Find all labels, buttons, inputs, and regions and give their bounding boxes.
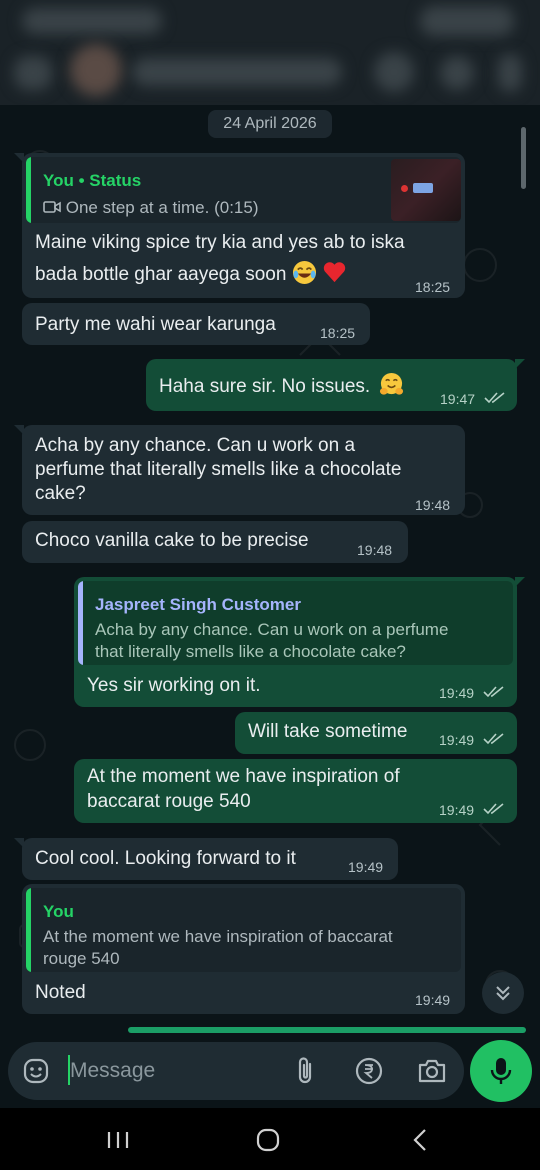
- quote-text: At the moment we have inspiration of bac…: [43, 926, 393, 970]
- message-line: Maine viking spice try kia and yes ab to…: [35, 232, 405, 253]
- rupee-icon: [355, 1057, 383, 1085]
- message-time: 19:49: [348, 859, 384, 875]
- message-input[interactable]: Message: [70, 1059, 155, 1083]
- home-icon[interactable]: [256, 1128, 280, 1152]
- message-time: 19:47: [440, 391, 476, 407]
- laughing-tears-emoji-icon: [292, 260, 316, 285]
- message-line-row: bada bottle ghar aayega soon: [35, 260, 405, 287]
- contact-name-blur[interactable]: [132, 58, 342, 86]
- quote-accent-bar: [78, 581, 83, 665]
- date-separator: 24 April 2026: [208, 110, 332, 138]
- quote-line: rouge 540: [43, 949, 120, 968]
- message-text: Choco vanilla cake to be precise: [35, 530, 309, 551]
- message-time: 19:49: [415, 992, 451, 1008]
- message-time: 19:49: [439, 802, 475, 818]
- sticker-icon: [23, 1058, 49, 1084]
- emoji-sticker-button[interactable]: [20, 1055, 52, 1087]
- message-bubble-incoming[interactable]: Acha by any chance. Can u work on a perf…: [14, 425, 465, 515]
- quote-author: Jaspreet Singh Customer: [95, 595, 301, 614]
- quoted-status[interactable]: You • Status One step at a time. (0:15): [26, 157, 461, 223]
- attach-button[interactable]: [290, 1055, 322, 1087]
- quote-accent-bar: [26, 888, 31, 972]
- recent-apps-icon[interactable]: [106, 1130, 130, 1150]
- message-bubble-outgoing[interactable]: Haha sure sir. No issues. 19:47: [146, 359, 525, 411]
- video-call-button[interactable]: [374, 52, 414, 92]
- quote-text-row: One step at a time. (0:15): [43, 197, 259, 219]
- message-text: Acha by any chance. Can u work on a perf…: [35, 434, 401, 506]
- quote-line: Acha by any chance. Can u work on a perf…: [95, 620, 449, 639]
- read-ticks-icon: [483, 803, 504, 815]
- paperclip-icon: [298, 1057, 312, 1084]
- scrollbar[interactable]: [521, 127, 526, 189]
- status-bar-blur: [22, 8, 162, 34]
- read-ticks-icon: [484, 392, 505, 404]
- quote-line: that literally smells like a chocolate c…: [95, 642, 406, 661]
- message-line: At the moment we have inspiration of: [87, 766, 400, 787]
- message-bubble-incoming[interactable]: Party me wahi wear karunga 18:25: [22, 303, 370, 345]
- chat-header: [0, 0, 540, 105]
- message-time: 19:48: [415, 497, 451, 513]
- message-line: Acha by any chance. Can u work on a: [35, 435, 356, 456]
- message-time: 19:49: [439, 685, 475, 701]
- message-text: Will take sometime: [248, 721, 408, 742]
- system-navigation-bar: [0, 1108, 540, 1170]
- payment-button[interactable]: [353, 1055, 385, 1087]
- message-time: 18:25: [320, 325, 356, 341]
- status-icons-blur: [420, 6, 514, 36]
- message-text: Maine viking spice try kia and yes ab to…: [35, 230, 405, 287]
- message-text: Yes sir working on it.: [87, 675, 261, 696]
- message-bubble-outgoing[interactable]: At the moment we have inspiration of bac…: [74, 759, 517, 823]
- message-bubble-incoming[interactable]: Choco vanilla cake to be precise 19:48: [22, 521, 408, 563]
- video-icon: [43, 201, 61, 213]
- microphone-icon: [490, 1058, 512, 1084]
- message-text: Noted: [35, 982, 86, 1003]
- scroll-to-bottom-button[interactable]: [482, 972, 524, 1014]
- read-ticks-icon: [483, 686, 504, 698]
- quote-author: You: [43, 902, 74, 921]
- message-bubble-outgoing[interactable]: Will take sometime 19:49: [235, 712, 517, 754]
- message-time: 19:48: [357, 542, 393, 558]
- message-time: 19:49: [439, 732, 475, 748]
- message-bubble-incoming[interactable]: You • Status One step at a time. (0:15) …: [14, 153, 465, 298]
- message-text: Haha sure sir. No issues.: [159, 376, 371, 397]
- voice-message-button[interactable]: [470, 1040, 532, 1102]
- message-text-row: Haha sure sir. No issues.: [159, 372, 404, 399]
- double-chevron-down-icon: [496, 986, 510, 1001]
- camera-button[interactable]: [416, 1055, 448, 1087]
- quote-line: At the moment we have inspiration of bac…: [43, 927, 393, 946]
- back-icon[interactable]: [410, 1128, 430, 1152]
- quote-text: Acha by any chance. Can u work on a perf…: [95, 619, 448, 663]
- message-text: At the moment we have inspiration of bac…: [87, 764, 400, 814]
- message-bubble-incoming[interactable]: Cool cool. Looking forward to it 19:49: [14, 838, 398, 880]
- message-line: bada bottle ghar aayega soon: [35, 264, 287, 285]
- message-text: Cool cool. Looking forward to it: [35, 848, 296, 869]
- quoted-message[interactable]: Jaspreet Singh Customer Acha by any chan…: [78, 581, 513, 665]
- new-message-indicator: [128, 1027, 526, 1033]
- menu-button[interactable]: [498, 54, 522, 92]
- contact-avatar[interactable]: [70, 44, 122, 96]
- message-text: Party me wahi wear karunga: [35, 314, 276, 335]
- camera-icon: [418, 1059, 446, 1083]
- status-thumbnail[interactable]: [391, 159, 461, 221]
- red-heart-icon: [323, 262, 346, 283]
- message-line: perfume that literally smells like a cho…: [35, 459, 402, 480]
- message-bubble-incoming[interactable]: You At the moment we have inspiration of…: [22, 884, 465, 1014]
- message-line: cake?: [35, 483, 86, 504]
- quote-accent-bar: [26, 157, 31, 223]
- voice-call-button[interactable]: [440, 56, 474, 90]
- message-time: 18:25: [415, 279, 451, 295]
- quoted-message[interactable]: You At the moment we have inspiration of…: [26, 888, 461, 972]
- message-line: baccarat rouge 540: [87, 791, 251, 812]
- message-bubble-outgoing[interactable]: Jaspreet Singh Customer Acha by any chan…: [74, 577, 525, 707]
- read-ticks-icon: [483, 733, 504, 745]
- back-button[interactable]: [14, 56, 52, 90]
- quote-author: You • Status: [43, 171, 142, 190]
- quote-text: One step at a time. (0:15): [65, 198, 259, 217]
- hugging-face-emoji-icon: [380, 372, 404, 395]
